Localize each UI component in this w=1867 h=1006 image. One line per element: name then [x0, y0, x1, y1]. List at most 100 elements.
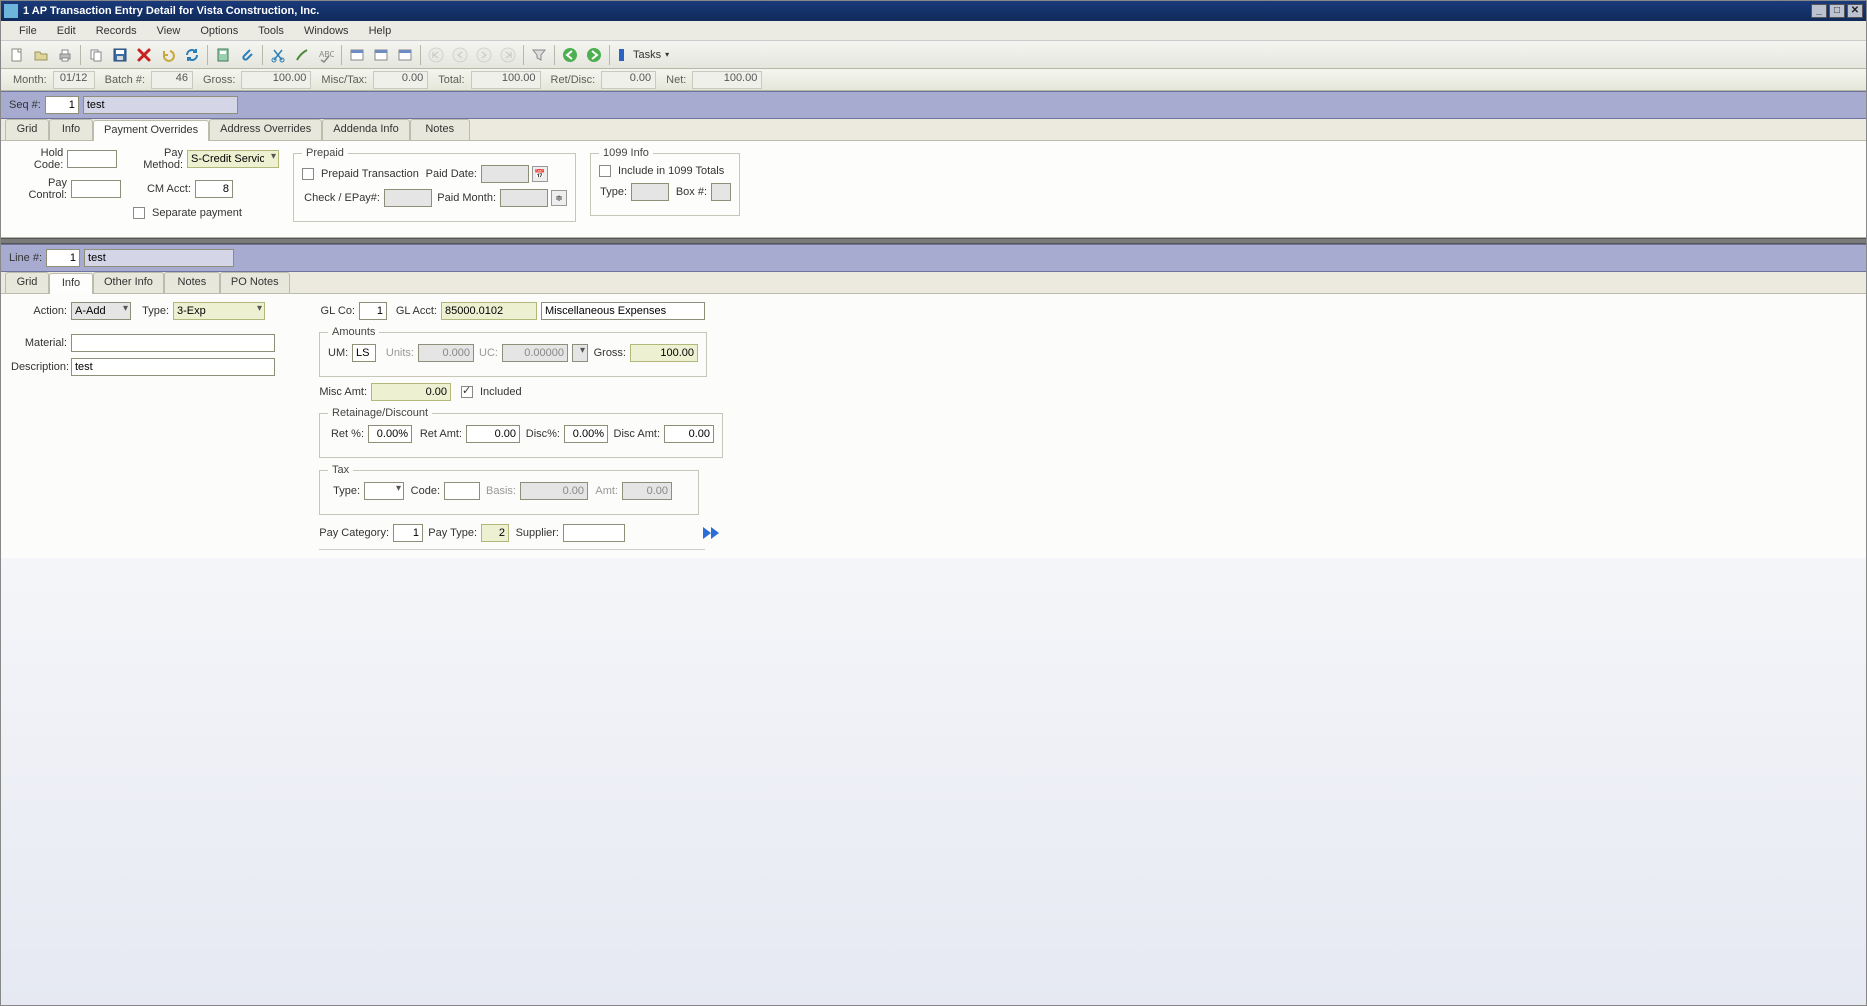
svg-text:ABC: ABC [319, 50, 334, 59]
tab-detail-grid[interactable]: Grid [5, 272, 49, 293]
menu-windows[interactable]: Windows [294, 23, 359, 39]
included-checkbox[interactable] [461, 386, 473, 398]
tab-grid[interactable]: Grid [5, 119, 49, 140]
menu-view[interactable]: View [147, 23, 191, 39]
tab-address-overrides[interactable]: Address Overrides [209, 119, 322, 140]
units-field[interactable] [418, 344, 474, 362]
type-1099-field[interactable] [631, 183, 669, 201]
menu-tools[interactable]: Tools [248, 23, 294, 39]
content-area: Action: Type: Material: Description: G [1, 294, 1866, 1005]
print-icon[interactable] [54, 44, 76, 66]
go-back-icon[interactable] [559, 44, 581, 66]
box-1099-field[interactable] [711, 183, 731, 201]
tab-detail-notes[interactable]: Notes [164, 272, 220, 293]
discpct-field[interactable] [564, 425, 608, 443]
new-icon[interactable] [6, 44, 28, 66]
maximize-button[interactable]: □ [1829, 4, 1845, 18]
tax-amt-field[interactable] [622, 482, 672, 500]
filter-icon[interactable] [528, 44, 550, 66]
pay-method-dropdown[interactable] [187, 150, 279, 168]
month-spinner-icon[interactable]: ≑ [551, 190, 567, 206]
tab-notes[interactable]: Notes [410, 119, 470, 140]
attach-icon[interactable] [236, 44, 258, 66]
tax-basis-field[interactable] [520, 482, 588, 500]
material-label: Material: [11, 337, 67, 349]
line-desc-field[interactable] [84, 249, 234, 267]
amounts-fieldset: Amounts UM: Units: UC: Gross: [319, 326, 707, 377]
nav-prev-icon[interactable] [449, 44, 471, 66]
um-field[interactable] [352, 344, 376, 362]
close-button[interactable]: ✕ [1847, 4, 1863, 18]
menu-edit[interactable]: Edit [47, 23, 86, 39]
uc-dropdown[interactable] [572, 344, 588, 362]
material-field[interactable] [71, 334, 275, 352]
misc-amt-field[interactable] [371, 383, 451, 401]
menu-options[interactable]: Options [190, 23, 248, 39]
tab-addenda-info[interactable]: Addenda Info [322, 119, 409, 140]
glco-field[interactable] [359, 302, 387, 320]
separate-payment-checkbox[interactable] [133, 207, 145, 219]
refresh-icon[interactable] [181, 44, 203, 66]
pay-category-field[interactable] [393, 524, 423, 542]
detail-info-panel: Action: Type: Material: Description: G [1, 294, 1866, 558]
window1-icon[interactable] [346, 44, 368, 66]
window2-icon[interactable] [370, 44, 392, 66]
hold-code-field[interactable] [67, 150, 117, 168]
paid-month-field[interactable] [500, 189, 548, 207]
calculator-icon[interactable] [212, 44, 234, 66]
type-dropdown[interactable] [173, 302, 265, 320]
tab-info[interactable]: Info [49, 119, 93, 140]
include-1099-checkbox[interactable] [599, 165, 611, 177]
prepaid-transaction-checkbox[interactable] [302, 168, 314, 180]
pay-control-field[interactable] [71, 180, 121, 198]
tasks-dropdown[interactable]: Tasks ▾ [613, 47, 675, 63]
go-forward-icon[interactable] [583, 44, 605, 66]
prepaid-transaction-label: Prepaid Transaction [321, 168, 419, 180]
nav-next-icon[interactable] [473, 44, 495, 66]
undo-icon[interactable] [157, 44, 179, 66]
menu-help[interactable]: Help [359, 23, 402, 39]
tax-type-dropdown[interactable] [364, 482, 404, 500]
discamt-field[interactable] [664, 425, 714, 443]
menu-file[interactable]: File [9, 23, 47, 39]
uc-field[interactable] [502, 344, 568, 362]
action-dropdown[interactable] [71, 302, 131, 320]
supplier-field[interactable] [563, 524, 625, 542]
tab-other-info[interactable]: Other Info [93, 272, 164, 293]
nav-first-icon[interactable] [425, 44, 447, 66]
retamt-field[interactable] [466, 425, 520, 443]
copy-icon[interactable] [85, 44, 107, 66]
pay-type-field[interactable] [481, 524, 509, 542]
menu-records[interactable]: Records [86, 23, 147, 39]
cut-icon[interactable] [267, 44, 289, 66]
tab-detail-info[interactable]: Info [49, 273, 93, 294]
retpct-field[interactable] [368, 425, 412, 443]
brush-icon[interactable] [291, 44, 313, 66]
nav-last-icon[interactable] [497, 44, 519, 66]
paid-date-field[interactable] [481, 165, 529, 183]
payment-overrides-panel: Hold Code: Pay Method: Pay Control: CM A… [1, 141, 1866, 238]
line-num-field[interactable] [46, 249, 80, 267]
seq-desc-field[interactable] [83, 96, 238, 114]
save-icon[interactable] [109, 44, 131, 66]
next-page-icon[interactable] [701, 523, 723, 543]
tab-po-notes[interactable]: PO Notes [220, 272, 290, 293]
tab-payment-overrides[interactable]: Payment Overrides [93, 120, 209, 141]
glacct-field[interactable] [441, 302, 537, 320]
net-value: 100.00 [692, 71, 762, 89]
check-epay-label: Check / EPay#: [302, 192, 380, 204]
minimize-button[interactable]: _ [1811, 4, 1827, 18]
tax-code-label: Code: [408, 485, 440, 497]
title-bar: 1 AP Transaction Entry Detail for Vista … [1, 1, 1866, 21]
seq-num-field[interactable] [45, 96, 79, 114]
window3-icon[interactable] [394, 44, 416, 66]
calendar-icon[interactable]: 📅 [532, 166, 548, 182]
tax-code-field[interactable] [444, 482, 480, 500]
open-icon[interactable] [30, 44, 52, 66]
check-epay-field[interactable] [384, 189, 432, 207]
description-field[interactable] [71, 358, 275, 376]
spellcheck-icon[interactable]: ABC [315, 44, 337, 66]
delete-icon[interactable] [133, 44, 155, 66]
gross-detail-field[interactable] [630, 344, 698, 362]
cm-acct-field[interactable] [195, 180, 233, 198]
